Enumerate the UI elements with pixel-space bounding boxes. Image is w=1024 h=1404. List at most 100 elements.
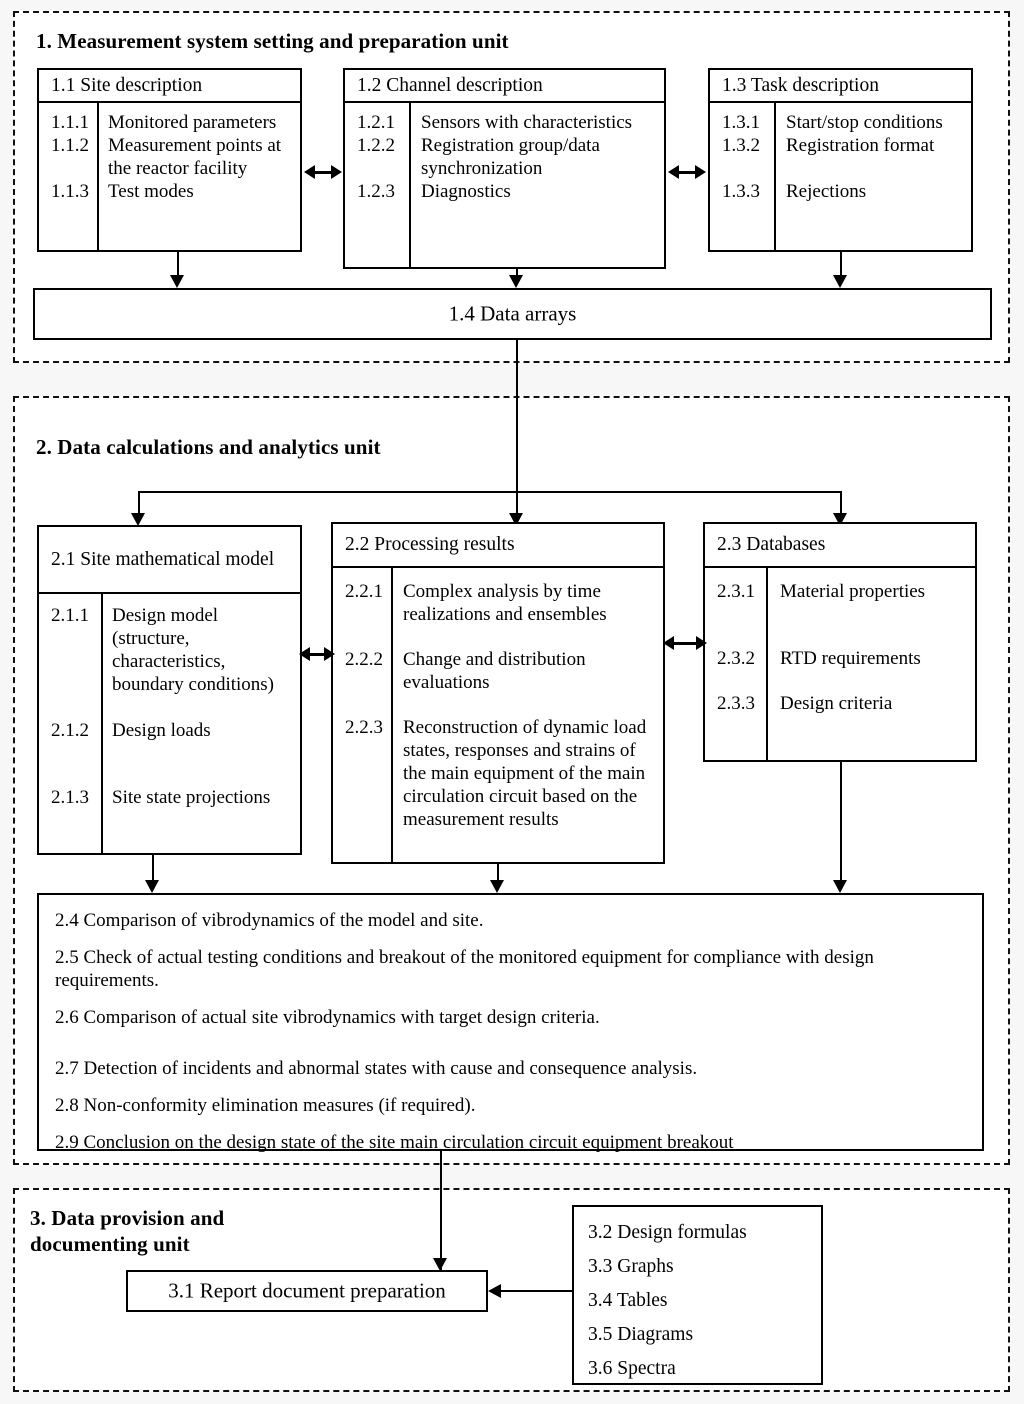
box-2-2-rows: 2.2.1 Complex analysis by time realizati… <box>333 580 663 831</box>
table-row: 2.2.1 Complex analysis by time realizati… <box>333 580 663 626</box>
arrow-head-icon <box>170 275 184 288</box>
row-number: 2.3.1 <box>717 581 755 602</box>
row-text: Complex analysis by time realizations an… <box>403 581 607 625</box>
table-row: 2.3.2 RTD requirements <box>705 647 975 670</box>
row-text: Change and distribution evaluations <box>403 649 586 693</box>
box-2-2-header: 2.2 Processing results <box>333 524 663 568</box>
box-2-conclusions: 2.4 Comparison of vibrodynamics of the m… <box>37 893 984 1153</box>
unit-1-title: 1. Measurement system setting and prepar… <box>36 29 509 53</box>
unit-3-title: 3. Data provision and documenting unit <box>30 1206 225 1256</box>
table-row: 1.2.3 Diagnostics <box>345 180 664 203</box>
conclusion-item-2-9: 2.9 Conclusion on the design state of th… <box>55 1132 734 1153</box>
table-row: 1.1.2 Measurement points at the reactor … <box>39 134 300 180</box>
connector-2-3-to-conclusions <box>840 762 842 885</box>
arrow-right-head-icon <box>331 165 342 179</box>
table-row: 2.1.1 Design model (structure, character… <box>39 604 300 696</box>
row-number: 2.3.2 <box>717 648 755 669</box>
row-number: 2.1.1 <box>51 605 89 626</box>
row-text: Rejections <box>786 181 867 202</box>
row-text: Design criteria <box>780 693 893 714</box>
unit-2-title: 2. Data calculations and analytics unit <box>36 435 381 459</box>
output-item-3-4: 3.4 Tables <box>588 1290 668 1311</box>
table-row: 1.1.1 Monitored parameters <box>39 111 300 134</box>
table-row: 2.3.1 Material properties <box>705 580 975 603</box>
box-1-1-header: 1.1 Site description <box>39 70 300 103</box>
box-1-2-body: 1.2.1 Sensors with characteristics 1.2.2… <box>345 103 664 267</box>
bidirectional-arrow-1-1-to-1-2 <box>304 161 342 183</box>
row-text: Sensors with characteristics <box>421 112 633 133</box>
box-2-3-databases: 2.3 Databases 2.3.1 Material properties … <box>703 522 977 762</box>
row-number: 1.2.3 <box>357 181 395 202</box>
row-text: RTD requirements <box>780 648 921 669</box>
box-2-3-body: 2.3.1 Material properties 2.3.2 RTD requ… <box>705 568 975 760</box>
box-3-outputs: 3.2 Design formulas 3.3 Graphs 3.4 Table… <box>572 1205 823 1385</box>
row-number: 2.2.2 <box>345 649 383 670</box>
table-row: 2.2.2 Change and distribution evaluation… <box>333 648 663 694</box>
box-1-1-body: 1.1.1 Monitored parameters 1.1.2 Measure… <box>39 103 300 250</box>
arrow-shaft <box>677 171 697 174</box>
conclusion-item-2-5: 2.5 Check of actual testing conditions a… <box>55 947 874 991</box>
box-1-2-channel-description: 1.2 Channel description 1.2.1 Sensors wi… <box>343 68 666 269</box>
connector-conclusions-to-3-1 <box>440 1151 442 1270</box>
box-1-3-rows: 1.3.1 Start/stop conditions 1.3.2 Regist… <box>710 111 971 203</box>
arrow-head-icon <box>509 275 523 288</box>
diagram-canvas: 1. Measurement system setting and prepar… <box>0 0 1024 1404</box>
row-text: Test modes <box>108 181 194 202</box>
bidirectional-arrow-2-2-to-2-3 <box>663 632 707 654</box>
row-text: Reconstruction of dynamic load states, r… <box>403 717 647 830</box>
box-3-1-report-document-preparation: 3.1 Report document preparation <box>126 1270 488 1312</box>
output-item-3-6: 3.6 Spectra <box>588 1358 676 1379</box>
box-1-3-task-description: 1.3 Task description 1.3.1 Start/stop co… <box>708 68 973 252</box>
arrow-head-icon <box>145 880 159 893</box>
row-number: 1.1.3 <box>51 181 89 202</box>
box-3-1-label: 3.1 Report document preparation <box>168 1278 446 1303</box>
conclusion-item-2-8: 2.8 Non-conformity elimination measures … <box>55 1095 476 1116</box>
output-item-3-3: 3.3 Graphs <box>588 1256 674 1277</box>
row-text: Monitored parameters <box>108 112 277 133</box>
table-row: 1.1.3 Test modes <box>39 180 300 203</box>
table-row: 1.2.2 Registration group/data synchroniz… <box>345 134 664 180</box>
connector-outputs-to-3-1 <box>501 1290 573 1292</box>
box-1-1-site-description: 1.1 Site description 1.1.1 Monitored par… <box>37 68 302 252</box>
row-text: Measurement points at the reactor facili… <box>108 135 282 179</box>
distribution-bus-unit-2 <box>138 491 842 493</box>
arrow-shaft <box>313 171 333 174</box>
conclusion-item-2-7: 2.7 Detection of incidents and abnormal … <box>55 1058 698 1079</box>
table-row: 1.3.2 Registration format <box>710 134 971 157</box>
box-1-4-label: 1.4 Data arrays <box>448 301 577 326</box>
arrow-right-head-icon <box>695 165 706 179</box>
row-text: Diagnostics <box>421 181 511 202</box>
box-1-3-header: 1.3 Task description <box>710 70 971 103</box>
box-2-2-body: 2.2.1 Complex analysis by time realizati… <box>333 568 663 862</box>
arrow-right-head-icon <box>324 647 335 661</box>
table-row: 1.2.1 Sensors with characteristics <box>345 111 664 134</box>
box-2-1-body: 2.1.1 Design model (structure, character… <box>39 594 300 853</box>
output-item-3-5: 3.5 Diagrams <box>588 1324 694 1345</box>
row-number: 2.2.3 <box>345 717 383 738</box>
conclusion-item-2-6: 2.6 Comparison of actual site vibrodynam… <box>55 1007 600 1028</box>
row-number: 2.3.3 <box>717 693 755 714</box>
table-row: 1.3.1 Start/stop conditions <box>710 111 971 134</box>
row-number: 1.2.2 <box>357 135 395 156</box>
bidirectional-arrow-2-1-to-2-2 <box>299 643 335 665</box>
box-2-1-rows: 2.1.1 Design model (structure, character… <box>39 604 300 809</box>
table-row: 2.1.3 Site state projections <box>39 786 300 809</box>
table-row: 2.1.2 Design loads <box>39 719 300 742</box>
connector-1-4-to-unit-2-bus <box>516 340 518 492</box>
conclusion-item-2-4: 2.4 Comparison of vibrodynamics of the m… <box>55 910 484 931</box>
box-1-1-rows: 1.1.1 Monitored parameters 1.1.2 Measure… <box>39 111 300 203</box>
box-2-3-rows: 2.3.1 Material properties 2.3.2 RTD requ… <box>705 580 975 715</box>
table-row: 2.3.3 Design criteria <box>705 692 975 715</box>
row-text: Registration group/data synchronization <box>421 135 600 179</box>
row-number: 2.1.3 <box>51 787 89 808</box>
box-1-3-body: 1.3.1 Start/stop conditions 1.3.2 Regist… <box>710 103 971 250</box>
row-text: Start/stop conditions <box>786 112 943 133</box>
arrow-head-icon <box>833 275 847 288</box>
table-row: 1.3.3 Rejections <box>710 180 971 203</box>
row-number: 1.2.1 <box>357 112 395 133</box>
row-number: 1.3.3 <box>722 181 760 202</box>
row-number: 2.1.2 <box>51 720 89 741</box>
row-text: Registration format <box>786 135 935 156</box>
output-item-3-2: 3.2 Design formulas <box>588 1222 747 1243</box>
box-2-3-header: 2.3 Databases <box>705 524 975 568</box>
